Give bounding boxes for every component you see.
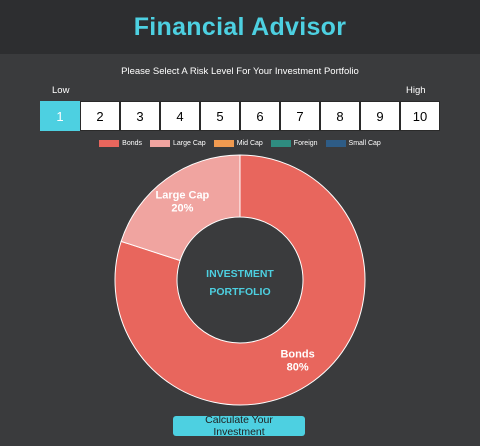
legend-swatch — [213, 140, 234, 147]
slice-label-name: Bonds — [280, 348, 314, 360]
risk-level-3[interactable]: 3 — [120, 101, 160, 131]
slice-label-value: 20% — [171, 203, 193, 215]
risk-prompt: Please Select A Risk Level For Your Inve… — [121, 66, 359, 77]
legend-swatch — [270, 140, 291, 147]
donut-svg: INVESTMENT PORTFOLIO Bonds80% Large Cap20… — [114, 154, 366, 406]
calculate-investment-button[interactable]: Calculate Your Investment — [173, 414, 305, 438]
legend-label: Foreign — [293, 140, 318, 147]
legend-item-mid-cap[interactable]: Mid Cap — [213, 140, 263, 147]
app-title: Financial Advisor — [133, 12, 347, 41]
legend-item-foreign[interactable]: Foreign — [270, 140, 318, 147]
risk-level-10[interactable]: 10 — [400, 101, 440, 131]
legend-label: Mid Cap — [236, 140, 263, 147]
risk-level-5[interactable]: 5 — [200, 101, 240, 131]
risk-level-1[interactable]: 1 — [40, 101, 80, 131]
chart-legend: Bonds Large Cap Mid Cap Foreign Small Ca… — [0, 140, 480, 147]
legend-item-small-cap[interactable]: Small Cap — [325, 140, 381, 147]
app-header: Financial Advisor — [0, 0, 480, 54]
risk-level-2[interactable]: 2 — [80, 101, 120, 131]
risk-level-9[interactable]: 9 — [360, 101, 400, 131]
chart-center-label-2: PORTFOLIO — [209, 286, 270, 298]
legend-swatch — [325, 140, 346, 147]
risk-low-label: Low — [52, 85, 70, 96]
slice-label-name: Large Cap — [155, 190, 209, 202]
legend-item-large-cap[interactable]: Large Cap — [150, 140, 206, 147]
legend-swatch — [150, 140, 171, 147]
risk-level-6[interactable]: 6 — [240, 101, 280, 131]
risk-level-8[interactable]: 8 — [320, 101, 360, 131]
legend-label: Small Cap — [348, 140, 381, 147]
risk-level-4[interactable]: 4 — [160, 101, 200, 131]
legend-label: Large Cap — [173, 140, 206, 147]
risk-high-label: High — [406, 85, 426, 96]
risk-level-selector: 1 2 3 4 5 6 7 8 9 10 — [40, 101, 440, 131]
chart-center-label-1: INVESTMENT — [206, 268, 274, 280]
slice-label-value: 80% — [287, 361, 309, 373]
risk-level-7[interactable]: 7 — [280, 101, 320, 131]
legend-swatch — [99, 140, 120, 147]
legend-label: Bonds — [122, 140, 143, 147]
portfolio-donut-chart: INVESTMENT PORTFOLIO Bonds 80% Large Cap 20… — [110, 150, 370, 410]
legend-item-bonds[interactable]: Bonds — [99, 140, 142, 147]
